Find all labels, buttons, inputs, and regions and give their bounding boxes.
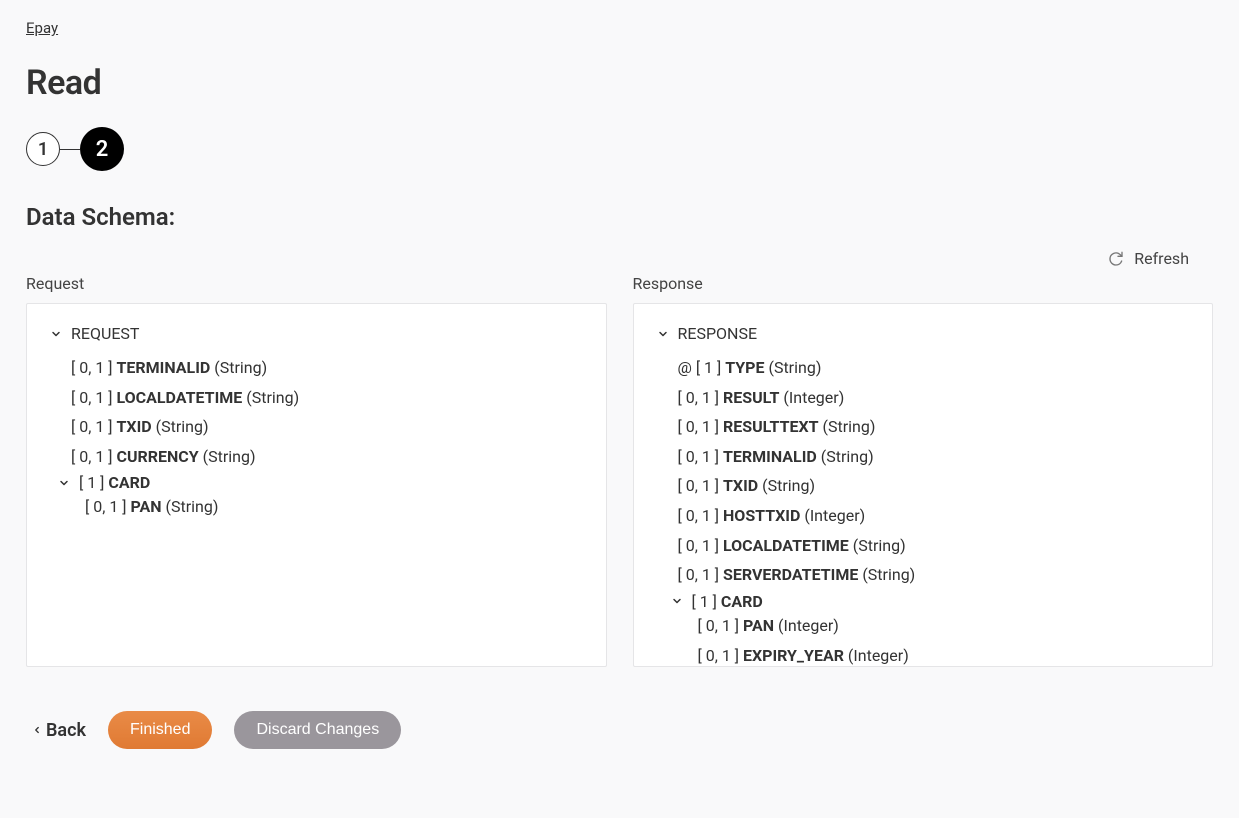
schema-field[interactable]: [ 0, 1 ] TXID (String) (71, 412, 584, 442)
chevron-left-icon (32, 723, 42, 737)
section-title: Data Schema: (26, 203, 1213, 231)
schema-field[interactable]: [ 0, 1 ] EXPIRY_YEAR (Integer) (698, 641, 1191, 667)
chevron-down-icon (656, 328, 670, 340)
response-label: Response (633, 274, 1214, 293)
schema-field[interactable]: [ 0, 1 ] PAN (String) (85, 492, 584, 522)
step-1[interactable]: 1 (26, 132, 60, 166)
request-root[interactable]: REQUEST (49, 324, 584, 343)
response-root[interactable]: RESPONSE (656, 324, 1191, 343)
schema-field[interactable]: [ 0, 1 ] HOSTTXID (Integer) (678, 501, 1191, 531)
chevron-down-icon (670, 595, 684, 607)
response-schema-box: RESPONSE @ [ 1 ] TYPE (String) [ 0, 1 ] … (633, 303, 1214, 667)
schema-field[interactable]: [ 0, 1 ] PAN (Integer) (698, 611, 1191, 641)
request-root-label: REQUEST (71, 324, 139, 343)
schema-field[interactable]: [ 0, 1 ] LOCALDATETIME (String) (678, 531, 1191, 561)
response-column: Response RESPONSE @ [ 1 ] TYPE (String) … (633, 274, 1214, 667)
response-root-label: RESPONSE (678, 324, 758, 343)
refresh-icon (1108, 251, 1124, 267)
back-label: Back (46, 720, 86, 741)
schema-field[interactable]: [ 0, 1 ] SERVERDATETIME (String) (678, 560, 1191, 590)
schema-field[interactable]: [ 0, 1 ] CURRENCY (String) (71, 442, 584, 472)
request-schema-box: REQUEST [ 0, 1 ] TERMINALID (String) [ 0… (26, 303, 607, 667)
schema-field[interactable]: [ 0, 1 ] RESULTTEXT (String) (678, 412, 1191, 442)
refresh-button[interactable]: Refresh (1108, 249, 1189, 268)
page-title: Read (26, 63, 1213, 103)
schema-field[interactable]: [ 0, 1 ] TERMINALID (String) (71, 353, 584, 383)
step-connector (60, 149, 80, 150)
schema-field[interactable]: [ 0, 1 ] RESULT (Integer) (678, 383, 1191, 413)
schema-field[interactable]: [ 0, 1 ] TERMINALID (String) (678, 442, 1191, 472)
breadcrumb[interactable]: Epay (26, 19, 58, 37)
schema-field[interactable]: [ 0, 1 ] LOCALDATETIME (String) (71, 383, 584, 413)
schema-field[interactable]: @ [ 1 ] TYPE (String) (678, 353, 1191, 383)
stepper: 1 2 (26, 127, 1213, 171)
refresh-label: Refresh (1134, 249, 1189, 268)
chevron-down-icon (49, 328, 63, 340)
response-nested-card[interactable]: [ 1 ] CARD (670, 592, 1191, 611)
discard-changes-button[interactable]: Discard Changes (234, 711, 401, 749)
finished-button[interactable]: Finished (108, 711, 212, 749)
request-label: Request (26, 274, 607, 293)
request-nested-card[interactable]: [ 1 ] CARD (57, 473, 584, 492)
back-button[interactable]: Back (32, 720, 86, 741)
step-2[interactable]: 2 (80, 127, 124, 171)
chevron-down-icon (57, 477, 71, 489)
request-column: Request REQUEST [ 0, 1 ] TERMINALID (Str… (26, 274, 607, 667)
schema-field[interactable]: [ 0, 1 ] TXID (String) (678, 471, 1191, 501)
